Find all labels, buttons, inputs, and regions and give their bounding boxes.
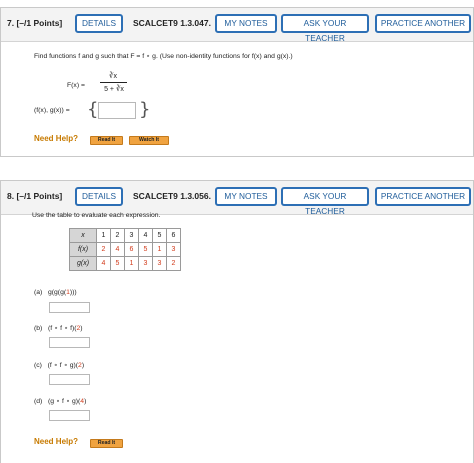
table-cell: 4 [138, 228, 153, 243]
part-expression: g(g(g( [47, 289, 67, 296]
part-expression-end: ) [80, 325, 83, 332]
practice-another-button[interactable]: PRACTICE ANOTHER [375, 14, 471, 33]
need-help-label: Need Help? [34, 437, 79, 446]
question-number: 7. [–/1 Points] [7, 18, 63, 28]
ask-teacher-button[interactable]: ASK YOUR TEACHER [281, 14, 369, 43]
my-notes-button[interactable]: MY NOTES [215, 14, 277, 33]
part-d-label: (d) (g ∘ f ∘ g)(4) [34, 397, 86, 405]
table-header-cell: f(x) [69, 242, 97, 257]
table-cell: 5 [152, 228, 167, 243]
table-cell: 6 [166, 228, 181, 243]
table-header-cell: g(x) [69, 256, 97, 271]
part-expression: (f ∘ f ∘ g)( [47, 362, 79, 369]
watch-it-button[interactable]: Watch It [129, 136, 169, 145]
read-it-button[interactable]: Read It [90, 439, 123, 448]
table-cell: 1 [152, 242, 167, 257]
read-it-button[interactable]: Read It [90, 136, 123, 145]
table-row: x 1 2 3 4 5 6 [69, 228, 181, 243]
part-b-input[interactable] [49, 337, 90, 348]
open-brace: { [87, 99, 99, 120]
table-cell: 5 [110, 256, 125, 271]
part-a-input[interactable] [49, 302, 90, 313]
question-8-header: 8. [–/1 Points] DETAILS SCALCET9 1.3.056… [1, 181, 473, 216]
question-number: 8. [–/1 Points] [7, 191, 63, 201]
part-b-label: (b) (f ∘ f ∘ f)(2) [34, 324, 83, 332]
part-letter: (d) [34, 398, 43, 405]
table-cell: 6 [124, 242, 139, 257]
part-expression-end: ))) [69, 289, 77, 296]
question-8-card: 8. [–/1 Points] DETAILS SCALCET9 1.3.056… [0, 180, 474, 463]
part-expression-end: ) [84, 398, 87, 405]
table-cell: 3 [152, 256, 167, 271]
part-letter: (c) [34, 362, 42, 369]
close-brace: } [139, 99, 151, 120]
table-cell: 3 [124, 228, 139, 243]
question-7-card: 7. [–/1 Points] DETAILS SCALCET9 1.3.047… [0, 7, 474, 157]
part-d-input[interactable] [49, 410, 90, 421]
table-cell: 1 [124, 256, 139, 271]
table-row: f(x) 2 4 6 5 1 3 [69, 242, 181, 257]
table-cell: 3 [138, 256, 153, 271]
fraction-denominator: 5 + ∛x [104, 86, 124, 93]
question-7-body: Find functions f and g such that F = f ∘… [1, 42, 473, 158]
question-8-body: Use the table to evaluate each expressio… [1, 212, 473, 463]
part-letter: (b) [34, 325, 43, 332]
ask-teacher-button[interactable]: ASK YOUR TEACHER [281, 187, 369, 216]
function-label: F(x) = [67, 82, 85, 89]
part-a-label: (a) g(g(g(1))) [34, 289, 77, 296]
problem-code: SCALCET9 1.3.056. [133, 191, 211, 201]
problem-code: SCALCET9 1.3.047. [133, 18, 211, 28]
table-header-cell: x [69, 228, 97, 243]
answer-input[interactable] [98, 102, 136, 119]
my-notes-button[interactable]: MY NOTES [215, 187, 277, 206]
part-c-input[interactable] [49, 374, 90, 385]
answer-label: (f(x), g(x)) = [34, 107, 70, 114]
table-cell: 1 [96, 228, 111, 243]
table-cell: 4 [96, 256, 111, 271]
table-cell: 3 [166, 242, 181, 257]
function-table: x 1 2 3 4 5 6 f(x) 2 4 6 5 1 3 g(x) 4 5 [69, 228, 181, 271]
part-expression: (g ∘ f ∘ g)( [47, 398, 81, 405]
part-expression-end: ) [81, 362, 85, 369]
table-cell: 2 [166, 256, 181, 271]
fraction-numerator: ∛x [109, 73, 117, 80]
question-7-header: 7. [–/1 Points] DETAILS SCALCET9 1.3.047… [1, 8, 473, 43]
details-button[interactable]: DETAILS [75, 14, 123, 33]
part-c-label: (c) (f ∘ f ∘ g)(2) [34, 361, 84, 369]
part-expression: (f ∘ f ∘ f)( [47, 325, 77, 332]
question-prompt: Use the table to evaluate each expressio… [32, 212, 161, 219]
table-cell: 5 [138, 242, 153, 257]
table-row: g(x) 4 5 1 3 3 2 [69, 256, 181, 271]
need-help-label: Need Help? [34, 134, 79, 143]
part-letter: (a) [34, 289, 43, 296]
table-cell: 2 [110, 228, 125, 243]
fraction-bar [100, 82, 127, 83]
details-button[interactable]: DETAILS [75, 187, 123, 206]
question-prompt: Find functions f and g such that F = f ∘… [34, 53, 293, 60]
table-cell: 4 [110, 242, 125, 257]
table-cell: 2 [96, 242, 111, 257]
practice-another-button[interactable]: PRACTICE ANOTHER [375, 187, 471, 206]
